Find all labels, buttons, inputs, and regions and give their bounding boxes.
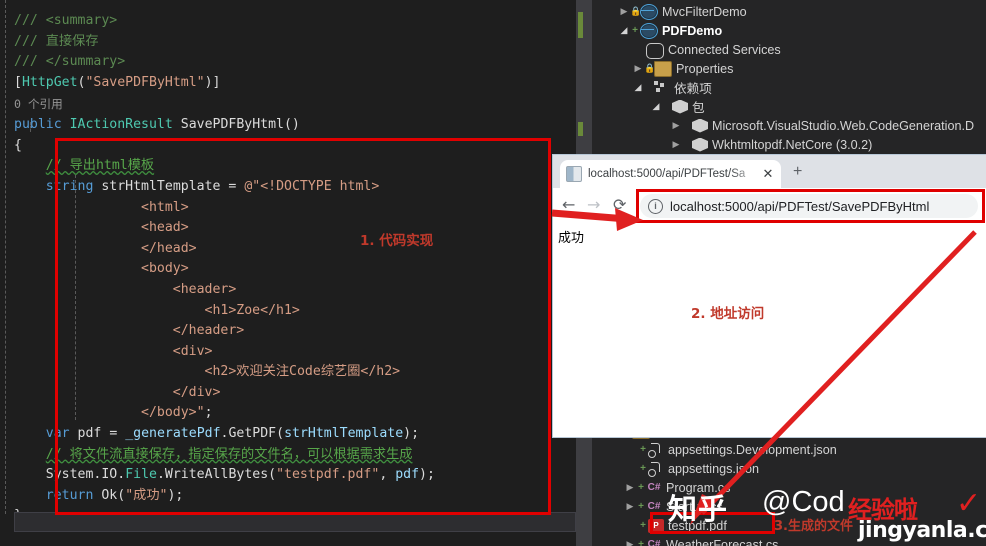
code-editor-pane[interactable]: /// <summary> /// 直接保存 /// </summary> [H… — [0, 0, 604, 546]
browser-page-content: 成功 2. 地址访问 — [553, 223, 986, 437]
address-bar-highlight-box — [636, 189, 985, 223]
tree-item-label: Program.cs — [666, 480, 731, 495]
page-favicon-icon — [566, 166, 582, 182]
tree-item-label: PDFDemo — [662, 23, 723, 38]
chevron-right-icon[interactable]: ▶ — [624, 539, 636, 546]
git-added-icon: + — [632, 25, 638, 36]
chevron-down-icon[interactable]: ◢ — [650, 101, 662, 112]
scrollbar-change-mark — [578, 122, 583, 136]
git-added-icon: + — [638, 482, 644, 493]
chevron-right-icon[interactable]: ▶ — [670, 139, 682, 150]
git-added-icon: + — [640, 520, 646, 531]
git-added-icon: + — [640, 463, 646, 474]
lock-icon: 🔒 — [630, 6, 642, 16]
chevron-right-icon[interactable]: ▶ — [632, 63, 644, 74]
lock-icon: 🔒 — [644, 63, 656, 73]
reload-icon[interactable]: ⟳ — [613, 197, 626, 213]
chevron-down-icon[interactable]: ◢ — [632, 82, 644, 93]
tree-item-appsettings[interactable]: + appsettings.json — [604, 459, 986, 478]
project-globe-icon — [640, 3, 658, 20]
package-icon — [692, 137, 708, 152]
browser-tab-active[interactable]: localhost:5000/api/PDFTest/Sa ✕ — [560, 160, 781, 188]
browser-tab-strip: localhost:5000/api/PDFTest/Sa ✕ + — [553, 155, 986, 188]
chevron-right-icon[interactable]: ▶ — [624, 501, 636, 512]
tree-item-label: Microsoft.VisualStudio.Web.CodeGeneratio… — [712, 118, 975, 133]
tree-item-properties[interactable]: ▶ 🔒 Properties — [604, 59, 986, 78]
tree-item-pdfdemo[interactable]: ◢ + PDFDemo — [604, 21, 986, 40]
tree-item-label: Connected Services — [668, 42, 781, 57]
tree-item-packages[interactable]: ◢ 包 — [604, 97, 986, 116]
tree-item-package-codegeneration[interactable]: ▶ Microsoft.VisualStudio.Web.CodeGenerat… — [604, 116, 986, 135]
package-icon — [692, 118, 708, 133]
chevron-right-icon[interactable]: ▶ — [670, 120, 682, 131]
chevron-right-icon[interactable]: ▶ — [618, 6, 630, 17]
package-icon — [672, 99, 688, 114]
tab-title: localhost:5000/api/PDFTest/Sa — [588, 168, 746, 180]
editor-inline-bar — [14, 512, 576, 532]
scrollbar-change-mark — [578, 12, 583, 38]
chevron-down-icon[interactable]: ◢ — [618, 25, 630, 36]
git-added-icon: + — [640, 444, 646, 455]
tree-item-label: 依赖项 — [674, 82, 712, 96]
tree-item-label: Wkhtmltopdf.NetCore (3.0.2) — [712, 137, 873, 152]
browser-callout-label: 2. 地址访问 — [691, 306, 765, 322]
csharp-icon: C# — [647, 538, 661, 546]
tree-item-dependencies[interactable]: ◢ 依赖项 — [604, 78, 986, 97]
csharp-icon: C# — [647, 481, 661, 493]
tree-item-connected-services[interactable]: Connected Services — [604, 40, 986, 59]
testpdf-highlight-box — [650, 512, 775, 534]
tree-item-label: Properties — [676, 61, 734, 76]
tree-item-label: 包 — [692, 101, 705, 115]
folder-icon — [654, 60, 672, 77]
tree-item-program-cs[interactable]: ▶ + C# Program.cs — [604, 478, 986, 497]
tree-item-label: appsettings.json — [668, 461, 760, 476]
browser-window[interactable]: localhost:5000/api/PDFTest/Sa ✕ + ← → ⟳ … — [553, 155, 986, 437]
connected-services-icon — [646, 42, 664, 59]
chevron-right-icon[interactable]: ▶ — [624, 482, 636, 493]
new-tab-button[interactable]: + — [793, 164, 802, 180]
tree-item-weatherforecast-cs[interactable]: ▶ + C# WeatherForecast.cs — [604, 535, 986, 546]
dependencies-icon — [654, 80, 670, 95]
testpdf-callout-label: 3.生成的文件 — [774, 519, 853, 534]
browser-toolbar: ← → ⟳ i localhost:5000/api/PDFTest/SaveP… — [553, 188, 986, 224]
tree-item-label: WeatherForecast.cs — [666, 537, 779, 546]
forward-icon[interactable]: → — [587, 197, 600, 213]
tree-item-package-wkhtmltopdf[interactable]: ▶ Wkhtmltopdf.NetCore (3.0.2) — [604, 135, 986, 154]
project-globe-icon — [640, 22, 658, 39]
source-code[interactable]: /// <summary> /// 直接保存 /// </summary> [H… — [14, 11, 435, 527]
back-icon[interactable]: ← — [562, 197, 575, 213]
page-response-text: 成功 — [558, 231, 585, 246]
json-icon — [648, 442, 664, 458]
tree-item-label: appsettings.Development.json — [668, 442, 837, 457]
git-added-icon: + — [638, 501, 644, 512]
editor-indicator-margin — [0, 0, 13, 546]
tree-item-mvcfilterdemo[interactable]: ▶ 🔒 MvcFilterDemo — [604, 2, 986, 21]
close-icon[interactable]: ✕ — [761, 166, 775, 182]
code-callout-label: 1. 代码实现 — [360, 233, 434, 249]
git-added-icon: + — [638, 539, 644, 546]
tree-item-label: MvcFilterDemo — [662, 4, 747, 19]
collapse-guide-outer — [5, 0, 6, 514]
tree-item-appsettings-development[interactable]: + appsettings.Development.json — [604, 440, 986, 459]
json-icon — [648, 461, 664, 477]
